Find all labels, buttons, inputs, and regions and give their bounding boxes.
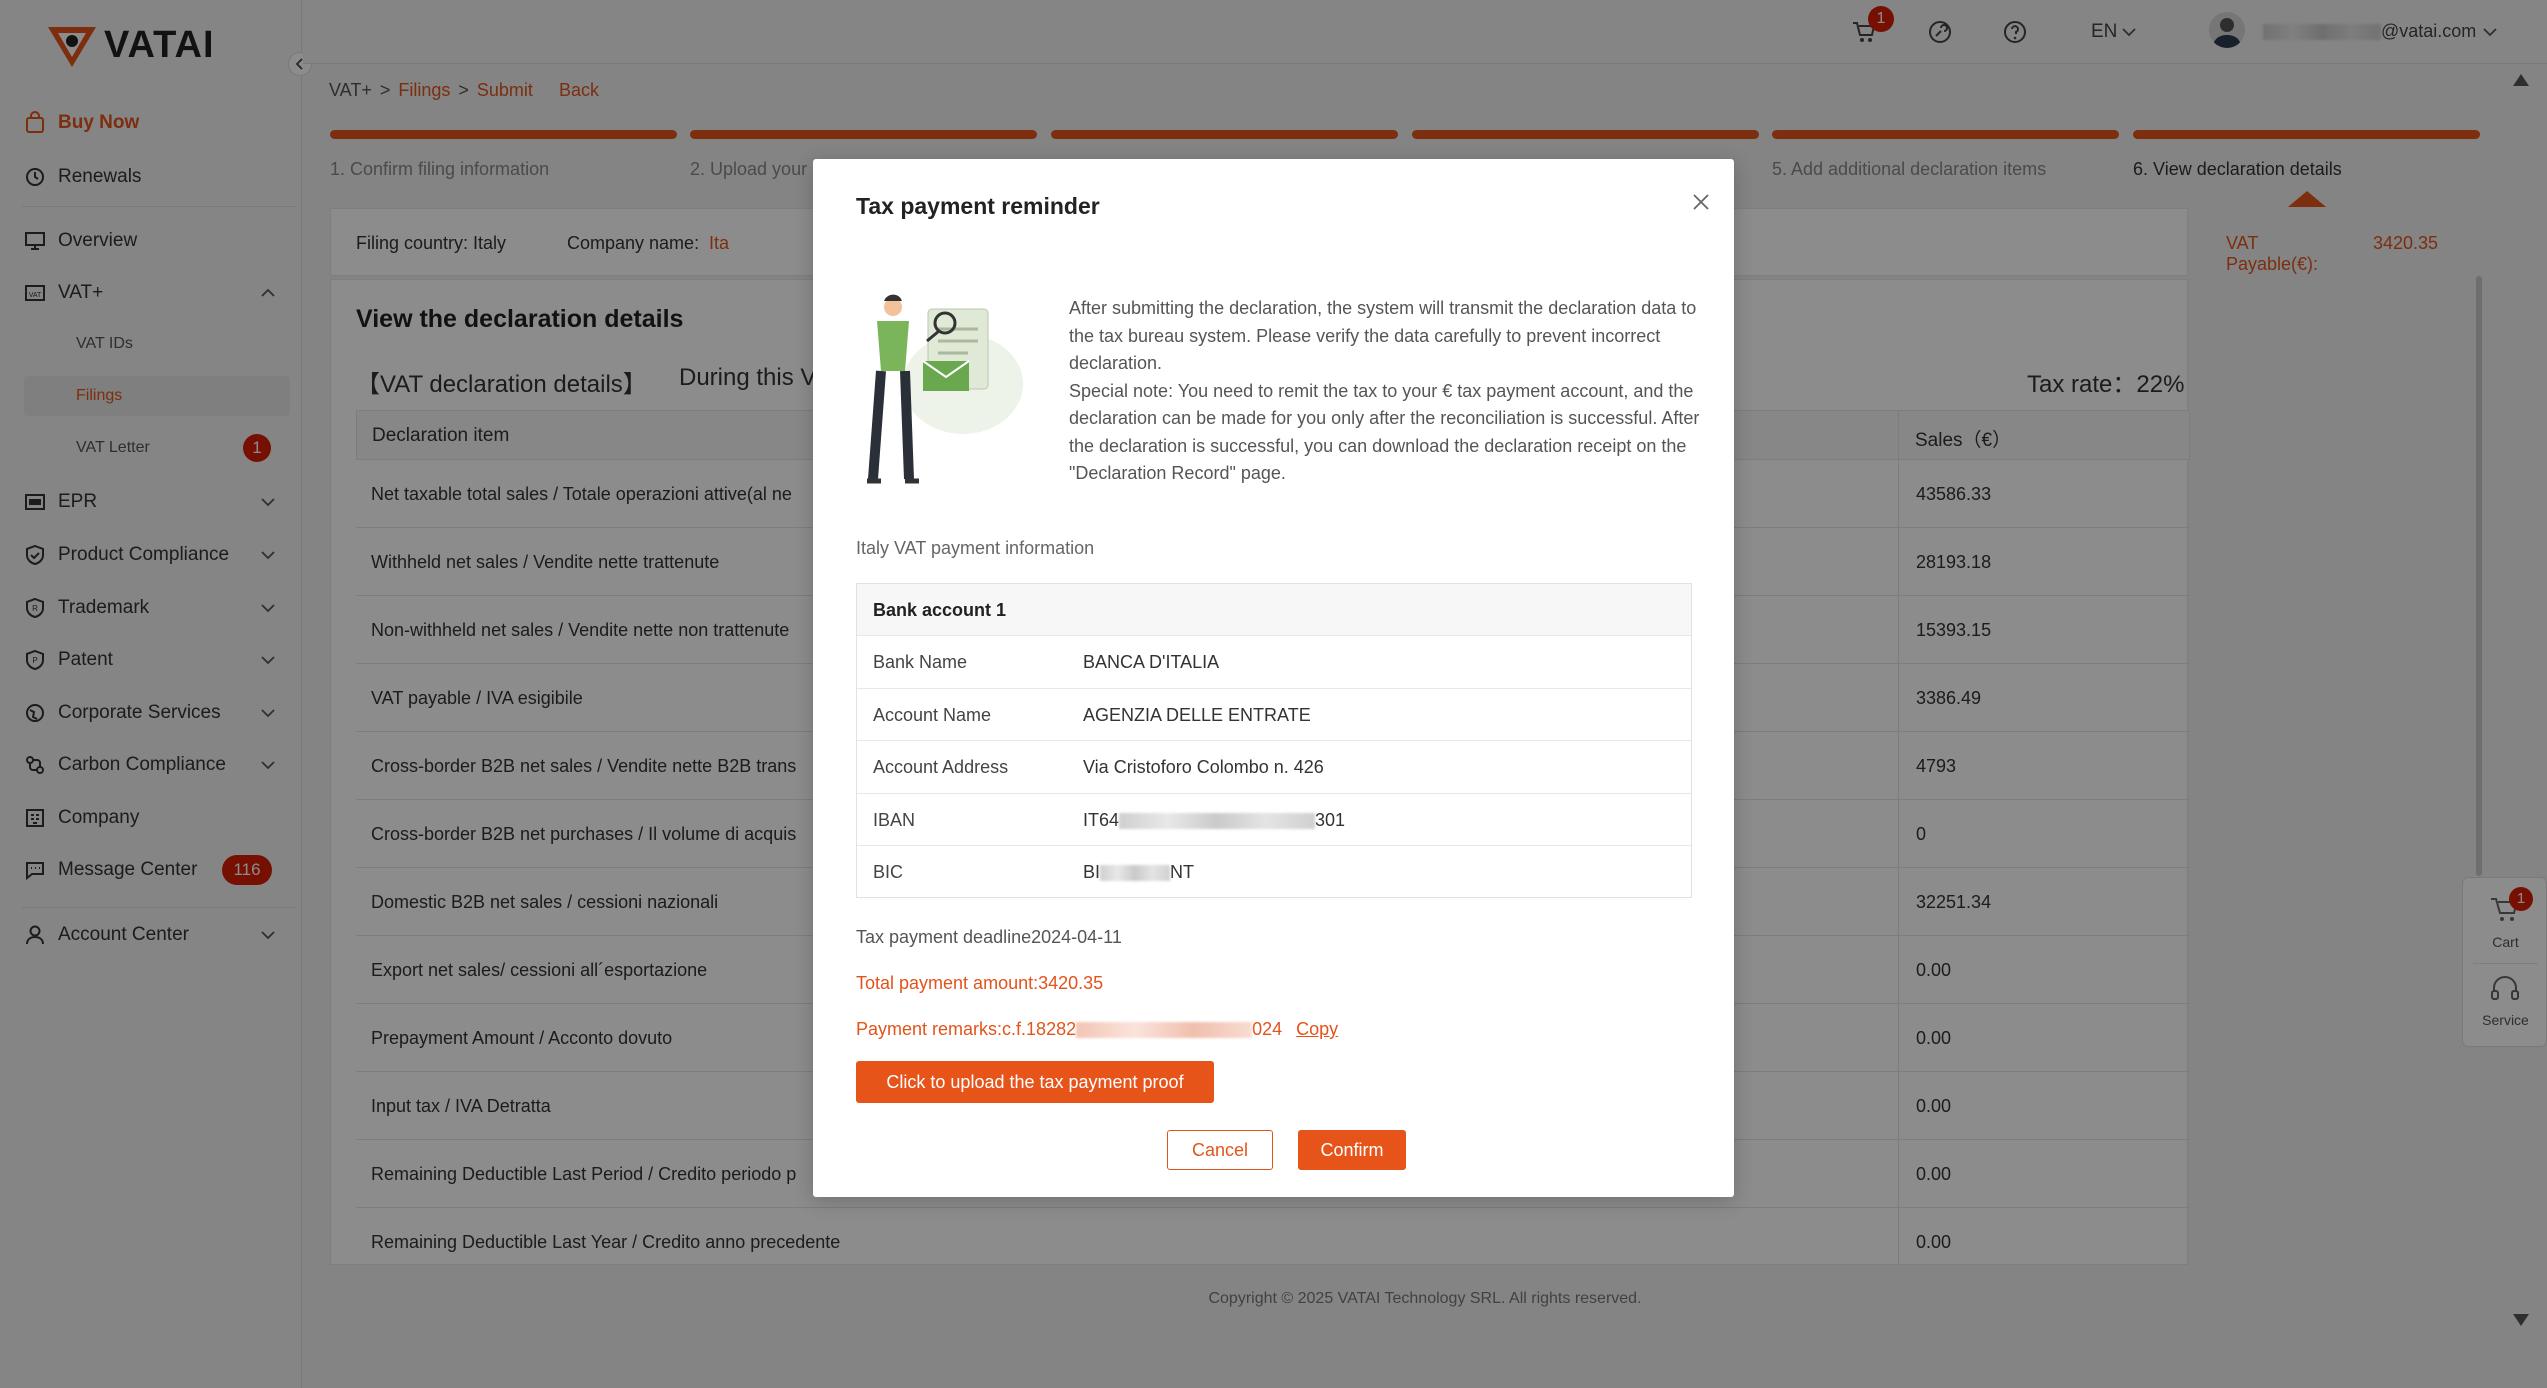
dialog-message-paragraph-2: Special note: You need to remit the tax …: [1069, 380, 1700, 484]
bank-row-key: IBAN: [873, 809, 916, 830]
close-button[interactable]: [1686, 187, 1716, 217]
bic-start: BI: [1083, 862, 1101, 882]
upload-payment-proof-button[interactable]: Click to upload the tax payment proof: [856, 1061, 1214, 1103]
bank-row: IBAN IT64 301: [857, 792, 1691, 846]
dialog-message: After submitting the declaration, the sy…: [1069, 295, 1709, 488]
total-payment-amount: Total payment amount:3420.35: [856, 973, 1104, 993]
close-icon: [1693, 194, 1709, 210]
iban-start: IT64: [1083, 809, 1120, 830]
iban-end: 301: [1315, 809, 1346, 830]
cancel-button[interactable]: Cancel: [1167, 1130, 1273, 1170]
bank-row: Account Name AGENZIA DELLE ENTRATE: [857, 687, 1691, 741]
payment-deadline: Tax payment deadline2024-04-11: [856, 927, 1122, 947]
illustration-person-document-icon: [867, 294, 1023, 484]
bank-row-value: BANCA D'ITALIA: [1083, 652, 1220, 672]
payment-remarks: Payment remarks:c.f.18282 024 Copy: [856, 1019, 1338, 1040]
bank-account-table: Bank account 1 Bank Name BANCA D'ITALIA A…: [856, 583, 1692, 898]
bank-row: BIC BI NT: [857, 845, 1691, 898]
payment-remarks-end: 024: [1252, 1019, 1283, 1039]
dialog-message-paragraph-1: After submitting the declaration, the sy…: [1069, 298, 1697, 373]
bank-row-value: AGENZIA DELLE ENTRATE: [1083, 704, 1311, 725]
copy-link[interactable]: Copy: [1296, 1019, 1338, 1040]
bank-row-key: Bank Name: [873, 652, 968, 672]
tax-payment-reminder-dialog: Tax payment reminder After submitting th…: [813, 159, 1734, 1197]
bank-account-title: Bank account 1: [873, 600, 1007, 620]
bic-value: BI NT: [1083, 862, 1194, 883]
bic-end: NT: [1170, 862, 1195, 882]
bank-row: Bank Name BANCA D'ITALIA: [857, 635, 1691, 688]
bank-row-key: BIC: [873, 862, 904, 882]
payment-remarks-start: Payment remarks:c.f.18282: [856, 1019, 1077, 1039]
bank-row: Account Address Via Cristoforo Colombo n.…: [857, 740, 1691, 793]
redacted-bic: [1100, 865, 1171, 882]
payment-info-section-label: Italy VAT payment information: [856, 538, 1095, 558]
confirm-button[interactable]: Confirm: [1298, 1130, 1406, 1170]
bank-row-value: Via Cristoforo Colombo n. 426: [1083, 757, 1324, 777]
bank-account-header: Bank account 1: [857, 584, 1691, 635]
dialog-title: Tax payment reminder: [856, 193, 1100, 219]
redacted-iban: [1119, 812, 1316, 829]
bank-row-key: Account Name: [873, 704, 992, 725]
redacted-remarks: [1076, 1021, 1253, 1038]
bank-row-key: Account Address: [873, 757, 1009, 777]
iban-value: IT64 301: [1083, 810, 1345, 831]
